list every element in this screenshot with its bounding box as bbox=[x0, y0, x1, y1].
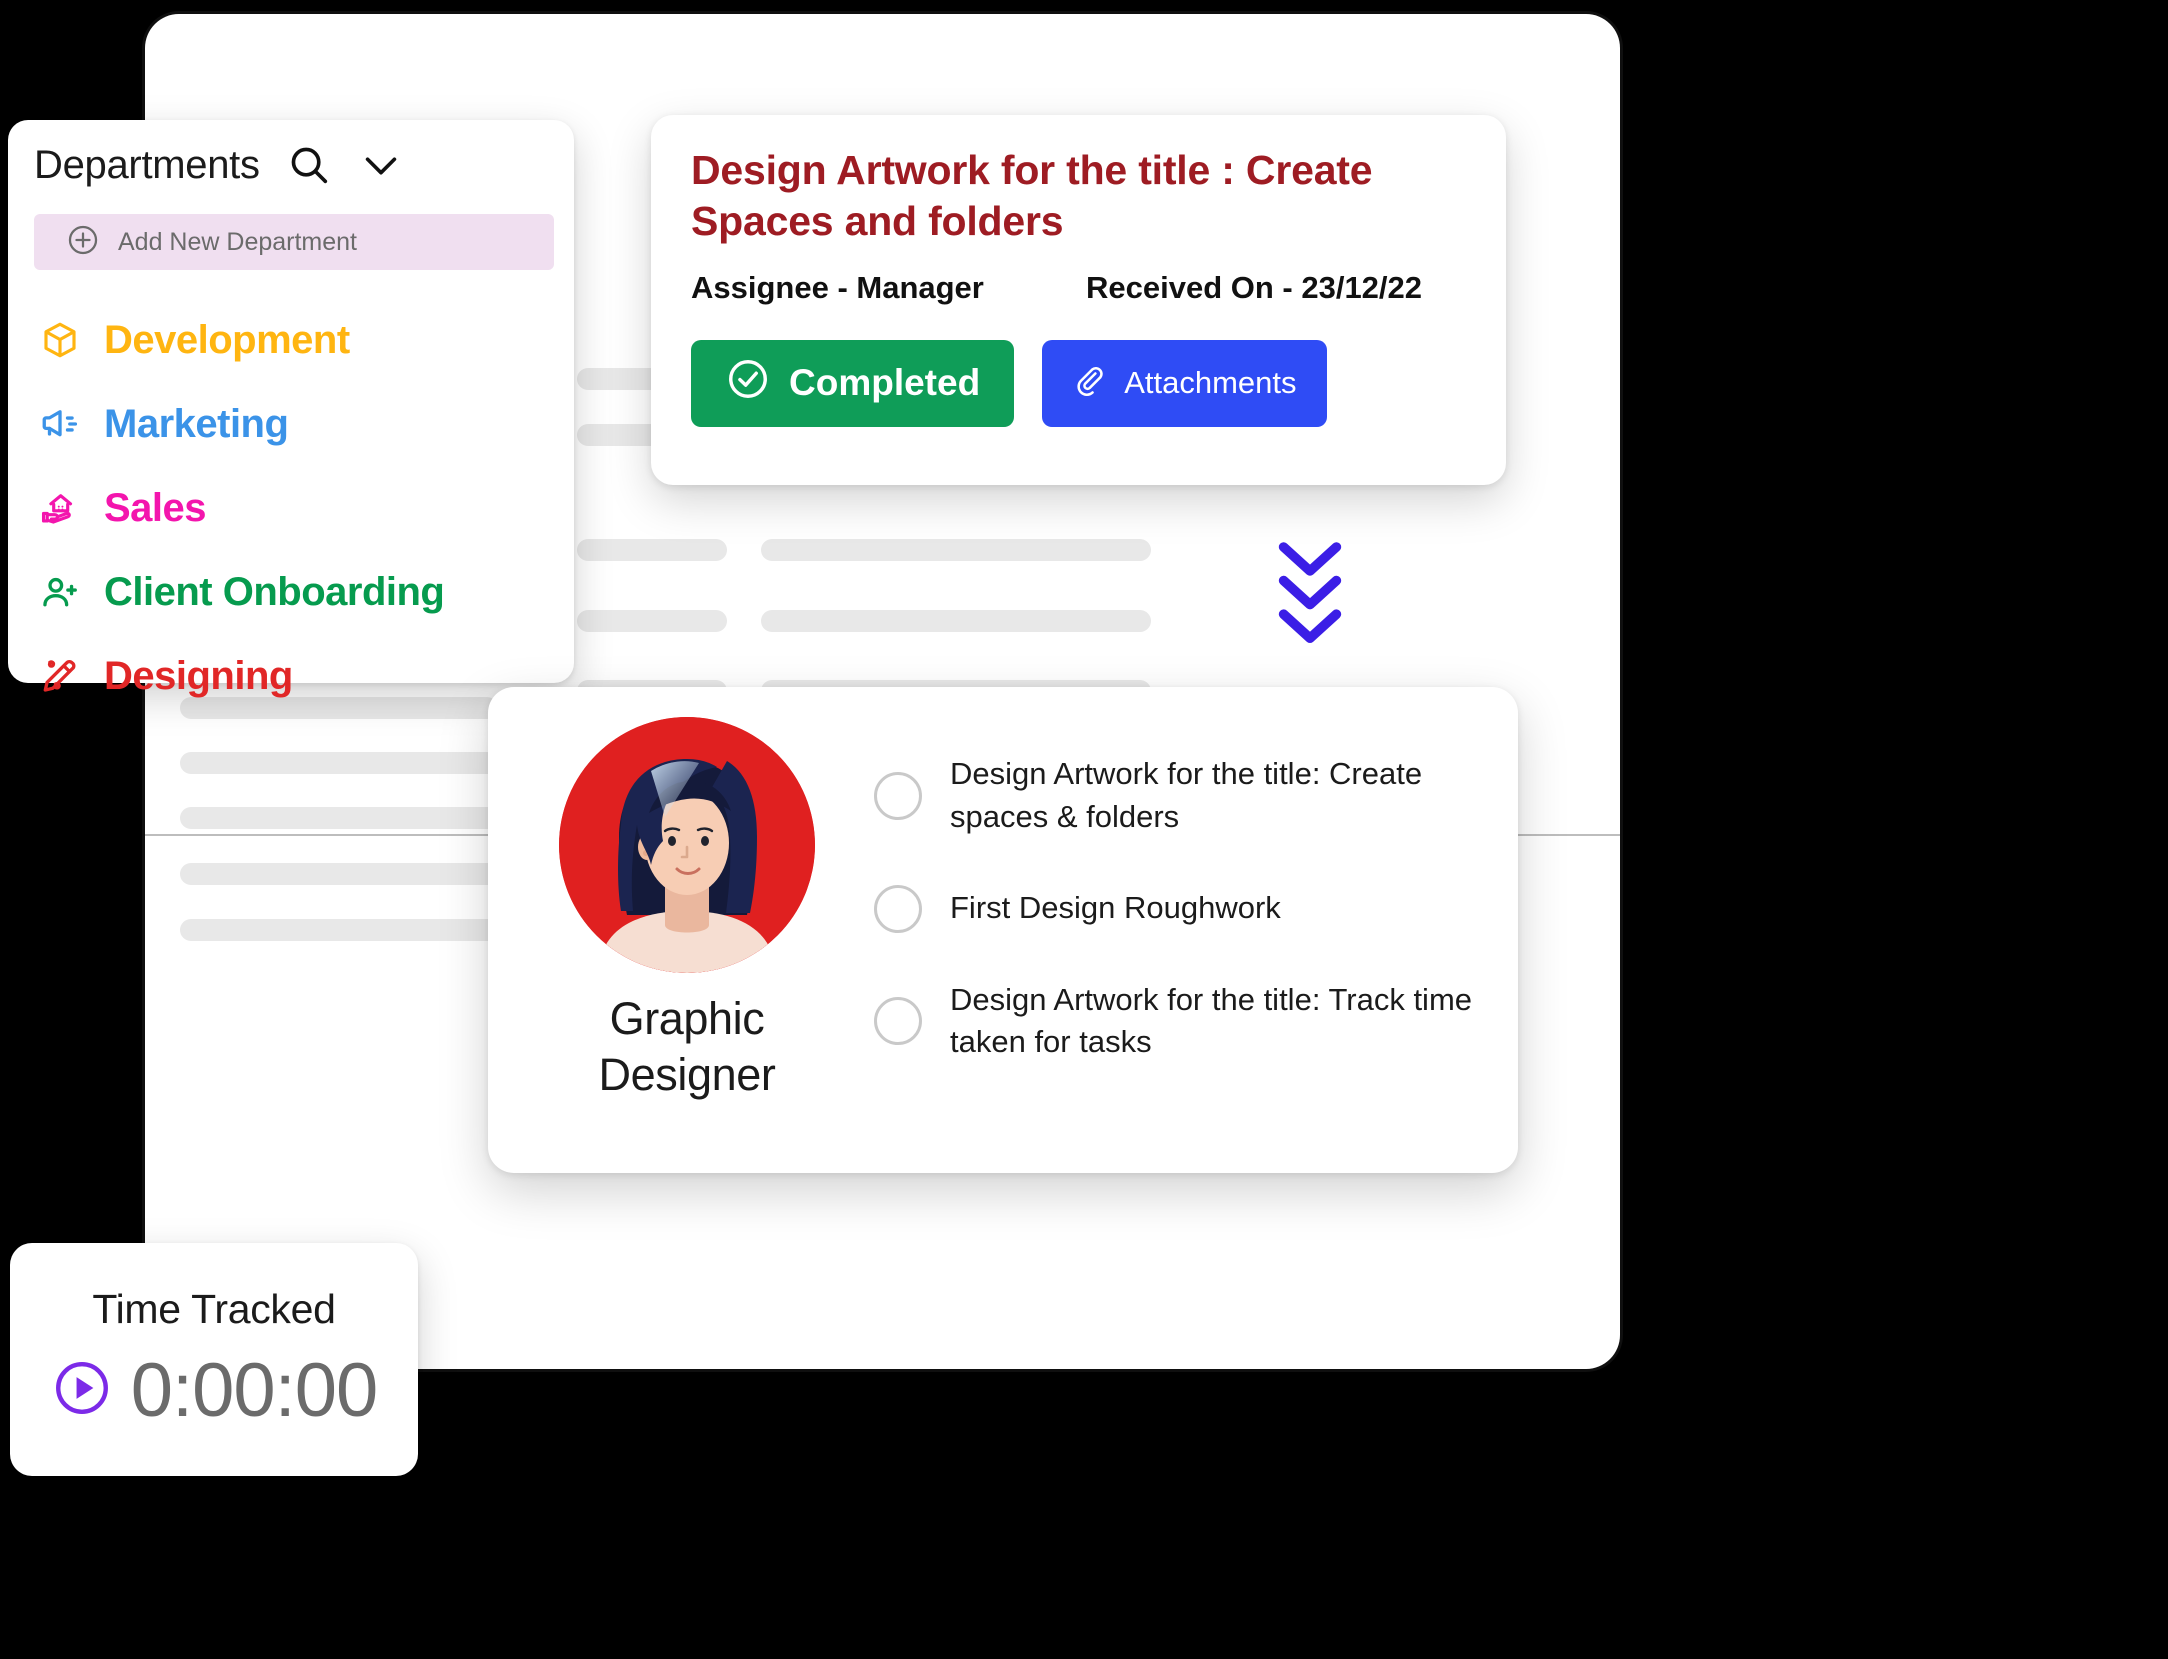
add-new-department-label: Add New Department bbox=[118, 227, 358, 256]
sidebar-item-marketing[interactable]: Marketing bbox=[8, 382, 574, 466]
task-received-on: Received On - 23/12/22 bbox=[1086, 269, 1423, 305]
time-tracked-row: 0:00:00 bbox=[51, 1347, 378, 1434]
page-title: Departments bbox=[34, 142, 260, 187]
assignee-identity: Graphic Designer bbox=[522, 717, 852, 1143]
sidebar-item-label: Sales bbox=[104, 485, 207, 530]
completed-button[interactable]: Completed bbox=[691, 339, 1015, 427]
time-tracked-value: 0:00:00 bbox=[130, 1347, 379, 1433]
task-assignee: Assignee - Manager bbox=[691, 269, 984, 305]
chevron-down-icon[interactable] bbox=[358, 142, 404, 188]
departments-panel: Departments Add New Department Developme… bbox=[8, 120, 574, 698]
attachments-button-label: Attachments bbox=[1124, 365, 1297, 400]
sidebar-item-label: Marketing bbox=[104, 401, 289, 446]
add-new-department-button[interactable]: Add New Department bbox=[34, 214, 554, 270]
attachments-button[interactable]: Attachments bbox=[1042, 339, 1327, 427]
assignee-role: Graphic Designer bbox=[599, 991, 776, 1104]
skeleton-bar bbox=[180, 863, 498, 885]
task-label: Design Artwork for the title: Track time… bbox=[950, 981, 1473, 1060]
sidebar-item-client-onboarding[interactable]: Client Onboarding bbox=[8, 550, 574, 634]
sidebar-item-sales[interactable]: Sales bbox=[8, 466, 574, 550]
sidebar-item-development[interactable]: Development bbox=[8, 298, 574, 382]
task-title: Design Artwork for the title : Create Sp… bbox=[691, 147, 1373, 245]
departments-list: Development Marketing Sales Client Onboa… bbox=[8, 298, 574, 718]
assignee-role-line2: Designer bbox=[598, 1049, 776, 1101]
skeleton-bar bbox=[761, 539, 1151, 561]
plus-circle-icon bbox=[66, 223, 100, 262]
female-avatar-illustration bbox=[559, 717, 815, 973]
check-circle-icon bbox=[725, 356, 771, 411]
completed-button-label: Completed bbox=[789, 362, 981, 403]
skeleton-bar bbox=[180, 807, 498, 829]
list-item[interactable]: Design Artwork for the title: Create spa… bbox=[874, 753, 1484, 839]
avatar bbox=[559, 717, 815, 973]
task-meta-row: Assignee - Manager Received On - 23/12/2… bbox=[691, 270, 1466, 306]
assignee-task-list: Design Artwork for the title: Create spa… bbox=[852, 717, 1484, 1143]
skeleton-bar bbox=[761, 610, 1151, 632]
task-label: First Design Roughwork bbox=[950, 890, 1281, 926]
sidebar-item-label: Development bbox=[104, 317, 350, 362]
departments-header: Departments bbox=[8, 120, 574, 188]
sidebar-item-label: Client Onboarding bbox=[104, 569, 445, 614]
skeleton-bar bbox=[577, 610, 727, 632]
list-item[interactable]: First Design Roughwork bbox=[874, 884, 1484, 933]
sidebar-item-label: Designing bbox=[104, 653, 293, 698]
task-detail-card: Design Artwork for the title : Create Sp… bbox=[651, 115, 1506, 485]
search-icon[interactable] bbox=[286, 142, 332, 188]
task-checkbox[interactable] bbox=[874, 771, 922, 820]
cube-icon bbox=[38, 318, 82, 362]
time-tracked-label: Time Tracked bbox=[92, 1285, 336, 1332]
megaphone-icon bbox=[38, 402, 82, 446]
double-chevron-down-icon bbox=[1278, 542, 1342, 643]
task-checkbox[interactable] bbox=[874, 997, 922, 1046]
assignee-role-line1: Graphic bbox=[609, 993, 765, 1044]
play-circle-icon[interactable] bbox=[51, 1357, 113, 1424]
paperclip-icon bbox=[1072, 362, 1106, 404]
assignee-card: Graphic Designer Design Artwork for the … bbox=[488, 687, 1518, 1173]
screenshot-stage: Departments Add New Department Developme… bbox=[0, 0, 2168, 1659]
house-hand-icon bbox=[38, 486, 82, 530]
skeleton-bar bbox=[180, 919, 498, 941]
task-checkbox[interactable] bbox=[874, 884, 922, 933]
skeleton-bar bbox=[577, 539, 727, 561]
task-label: Design Artwork for the title: Create spa… bbox=[950, 756, 1423, 834]
pen-ruler-icon bbox=[38, 654, 82, 698]
task-actions: Completed Attachments bbox=[691, 339, 1466, 427]
skeleton-bar bbox=[180, 752, 498, 774]
time-tracked-widget: Time Tracked 0:00:00 bbox=[10, 1243, 418, 1476]
list-item[interactable]: Design Artwork for the title: Track time… bbox=[874, 979, 1484, 1065]
user-plus-icon bbox=[38, 570, 82, 614]
